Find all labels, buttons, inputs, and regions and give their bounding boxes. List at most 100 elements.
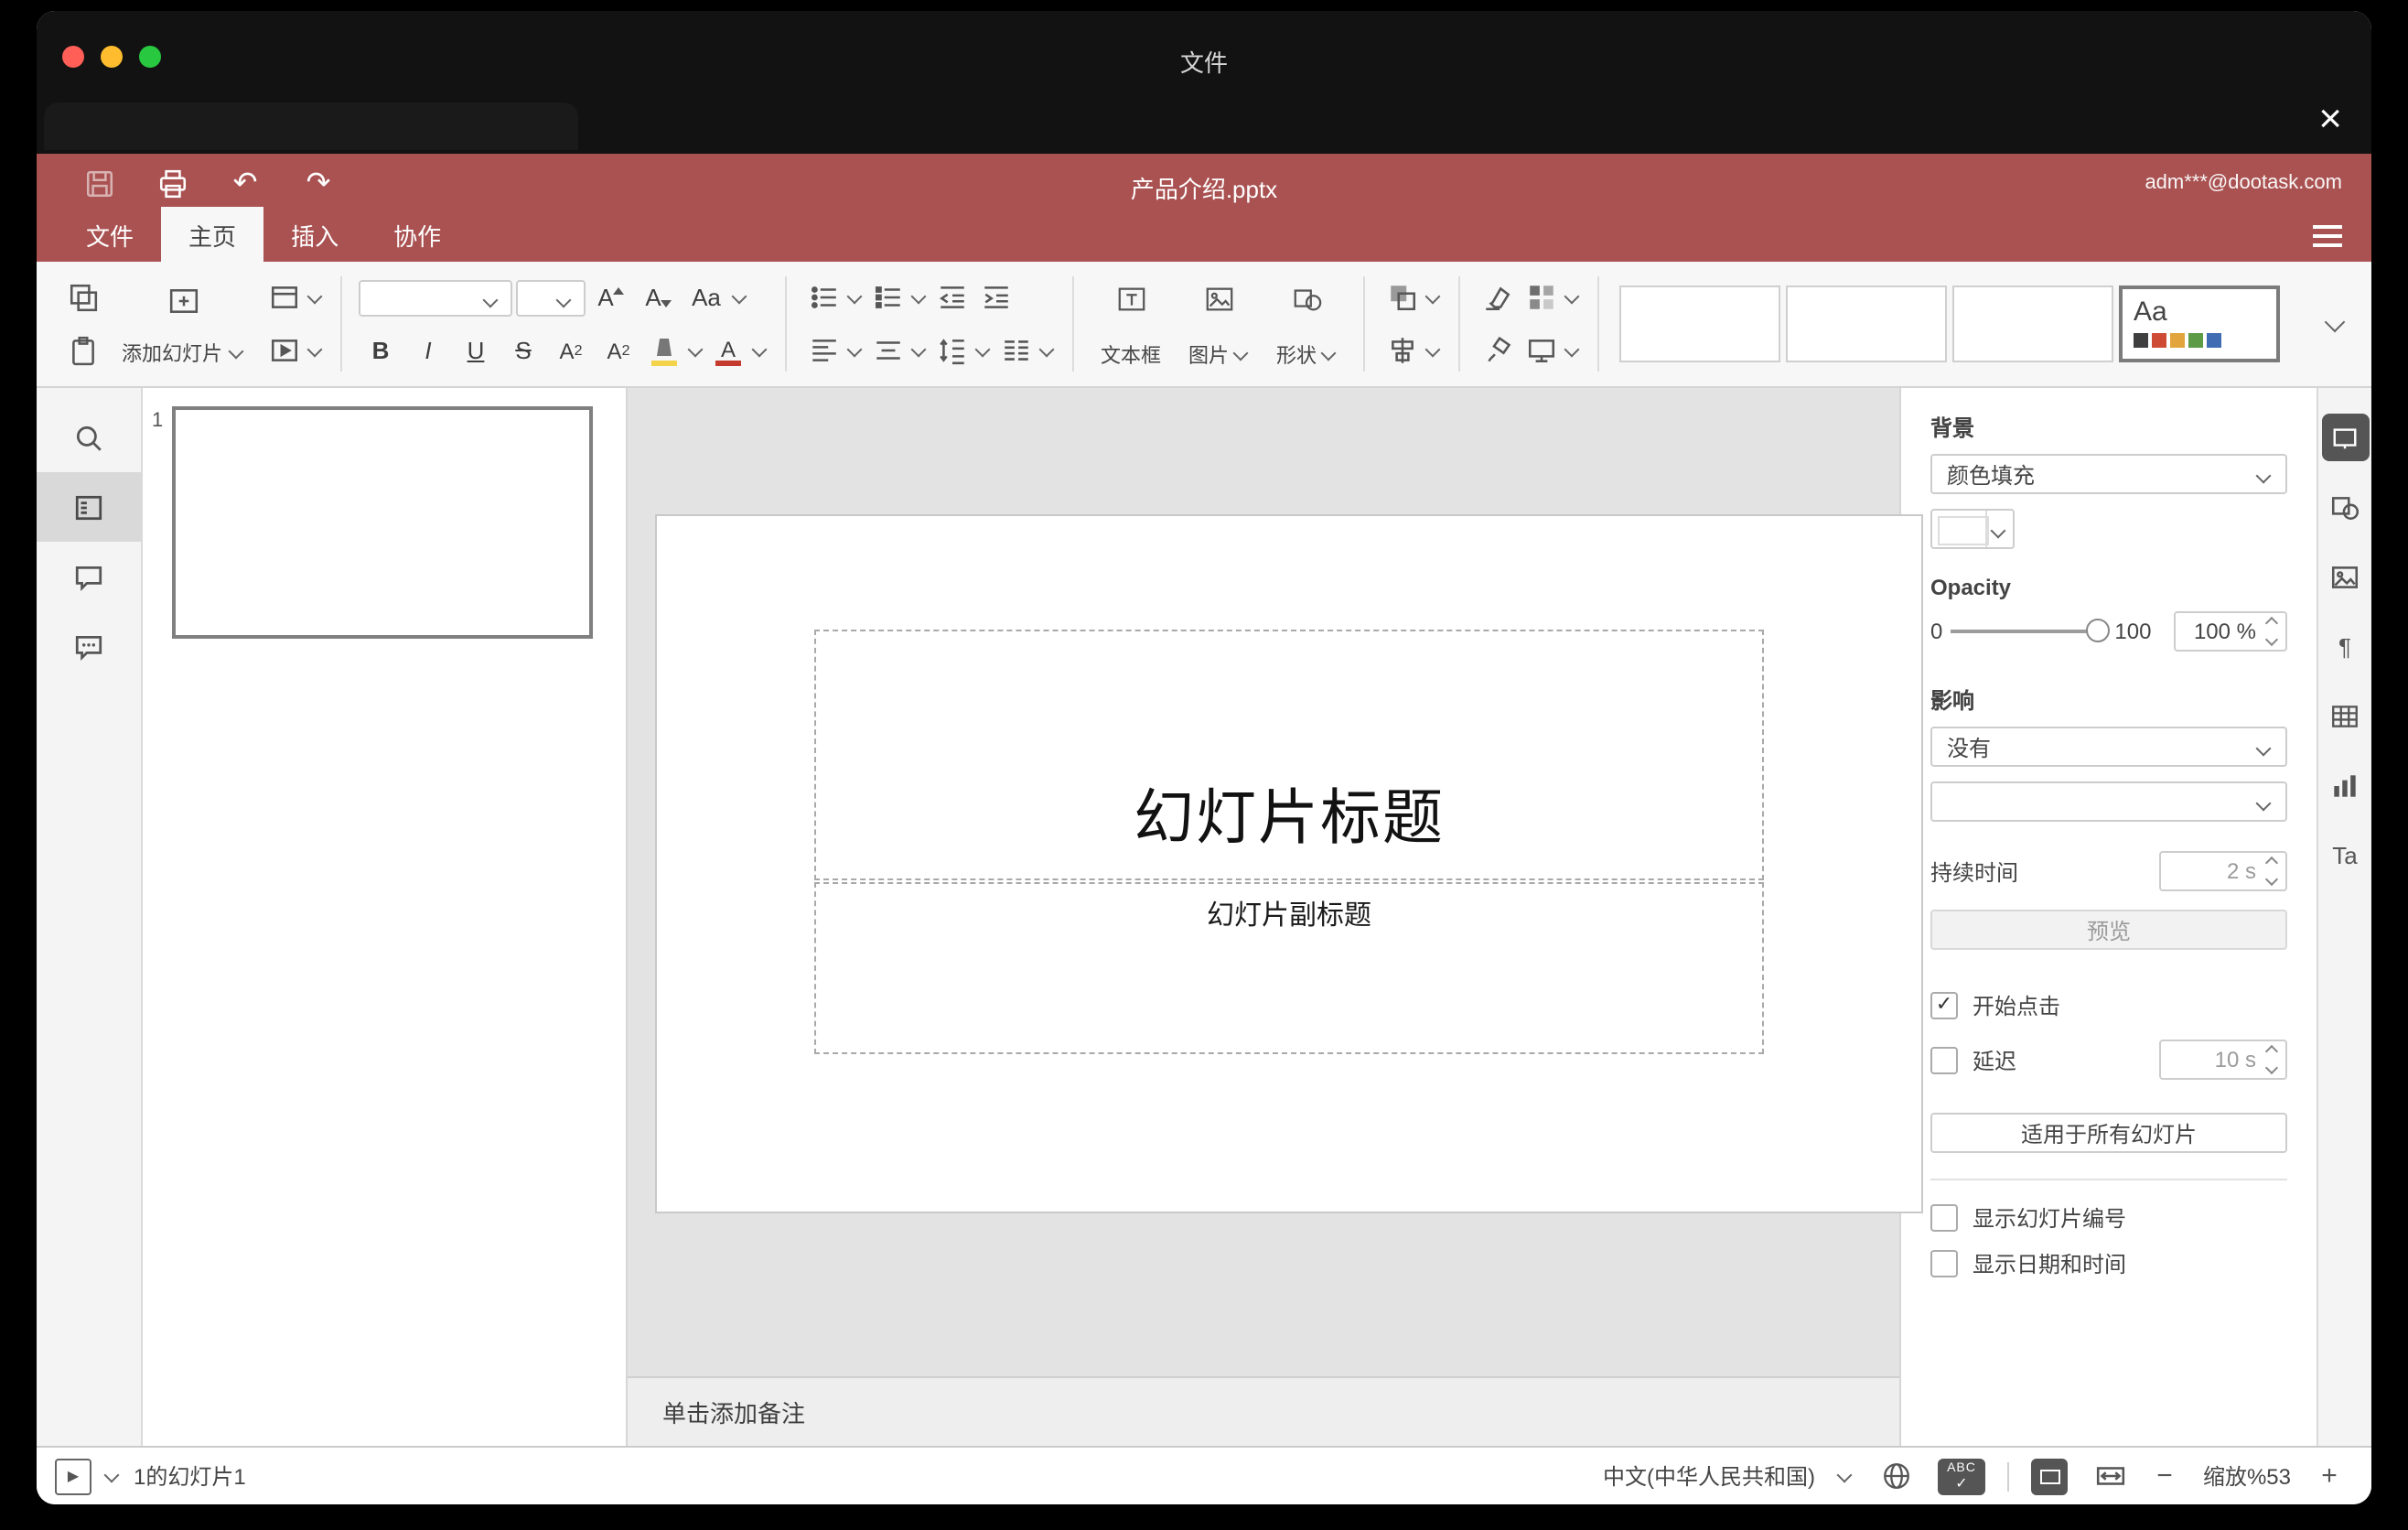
theme-option-1[interactable] [1619,286,1780,362]
tab-paragraph-settings[interactable]: ¶ [2318,611,2371,681]
chevron-down-icon[interactable] [974,340,991,357]
chevron-down-icon[interactable] [687,340,704,357]
change-case-icon[interactable]: Aa [684,277,728,318]
print-icon[interactable] [154,165,190,201]
underline-button[interactable]: U [454,330,498,371]
show-date-time-checkbox[interactable] [1930,1250,1958,1277]
insert-textbox-button[interactable]: 文本框 [1087,262,1175,386]
chevron-down-icon[interactable] [1424,287,1441,304]
tab-shape-settings[interactable] [2318,472,2371,542]
menu-icon[interactable] [2313,225,2342,247]
minimize-traffic-light[interactable] [101,46,123,68]
chevron-down-icon[interactable] [306,340,323,357]
sidebar-item-search[interactable] [37,403,141,472]
zoom-traffic-light[interactable] [139,46,161,68]
zoom-level-label[interactable]: 缩放%53 [2199,1460,2295,1492]
font-name-select[interactable] [359,279,512,316]
sidebar-item-chat[interactable] [37,611,141,681]
theme-option-3[interactable] [1952,286,2113,362]
sidebar-item-comments[interactable] [37,542,141,611]
close-traffic-light[interactable] [62,46,84,68]
highlight-color-icon[interactable] [644,330,684,371]
delay-checkbox[interactable] [1930,1046,1958,1073]
chevron-down-icon[interactable] [1564,287,1580,304]
increase-indent-icon[interactable] [975,277,1016,318]
slide-canvas[interactable]: 幻灯片标题 幻灯片副标题 [628,388,1923,1376]
add-slide-button[interactable]: 添加幻灯片 [106,262,260,386]
decrease-indent-icon[interactable] [931,277,972,318]
close-icon[interactable]: × [2318,98,2342,139]
start-slideshow-button[interactable]: ▶ [55,1458,91,1494]
title-placeholder[interactable]: 幻灯片标题 [814,630,1764,880]
redo-icon[interactable]: ↷ [300,165,337,201]
slide-layout-icon[interactable] [263,277,304,318]
chevron-icon[interactable] [1836,1466,1853,1482]
decrease-font-icon[interactable]: A [637,277,681,318]
subtitle-placeholder[interactable]: 幻灯片副标题 [814,882,1764,1054]
paste-icon[interactable] [62,330,102,371]
numbered-list-icon[interactable] [867,277,908,318]
fill-type-select[interactable]: 颜色填充 [1930,454,2287,494]
slide-thumbnail[interactable] [172,406,593,639]
chevron-down-icon[interactable] [846,340,863,357]
line-spacing-icon[interactable] [931,330,972,371]
preview-button[interactable]: 预览 [1930,910,2287,950]
user-account[interactable]: adm***@dootask.com [2145,172,2342,194]
vertical-align-icon[interactable] [867,330,908,371]
columns-icon[interactable] [995,330,1036,371]
chevron-down-icon[interactable] [103,1466,120,1482]
opacity-slider[interactable] [1950,619,2110,644]
start-slideshow-icon[interactable] [263,330,304,371]
save-icon[interactable] [81,165,117,201]
subscript-button[interactable]: A2 [597,330,640,371]
tab-slide-settings[interactable] [2318,403,2371,472]
tab-home[interactable]: 主页 [161,207,264,262]
italic-button[interactable]: I [406,330,450,371]
chevron-down-icon[interactable] [1564,340,1580,357]
effect-select[interactable]: 没有 [1930,727,2287,767]
chevron-down-icon[interactable] [751,340,768,357]
apply-to-all-button[interactable]: 适用于所有幻灯片 [1930,1113,2287,1153]
theme-gallery-expand-icon[interactable] [2315,262,2357,386]
bold-button[interactable]: B [359,330,403,371]
fill-color-swatch[interactable] [1930,509,2015,549]
slide-size-icon[interactable] [1521,330,1561,371]
tab-textart-settings[interactable]: Ta [2318,820,2371,889]
show-slide-number-checkbox[interactable] [1930,1204,1958,1232]
color-scheme-icon[interactable] [1521,277,1561,318]
theme-option-2[interactable] [1786,286,1947,362]
sidebar-item-slides[interactable] [37,472,141,542]
horizontal-align-icon[interactable] [803,330,844,371]
tab-collaboration[interactable]: 协作 [366,207,468,262]
notes-area[interactable]: 单击添加备注 [628,1376,1899,1446]
language-label[interactable]: 中文(中华人民共和国) [1603,1460,1815,1492]
chevron-down-icon[interactable] [846,287,863,304]
spellcheck-icon[interactable]: ABC ✓ [1938,1458,1985,1494]
font-size-select[interactable] [516,279,586,316]
tab-file[interactable]: 文件 [59,207,161,262]
chevron-down-icon[interactable] [910,287,927,304]
chevron-down-icon[interactable] [910,340,927,357]
clear-style-icon[interactable] [1477,277,1517,318]
fit-to-slide-icon[interactable] [2031,1458,2068,1494]
insert-shape-button[interactable]: 形状 [1263,262,1350,386]
set-language-globe-icon[interactable] [1876,1456,1916,1496]
chevron-down-icon[interactable] [1424,340,1441,357]
chevron-down-icon[interactable] [1038,340,1055,357]
strikethrough-button[interactable]: S [501,330,545,371]
chevron-down-icon[interactable] [306,287,323,304]
insert-image-button[interactable]: 图片 [1175,262,1263,386]
tab-table-settings[interactable] [2318,681,2371,750]
chevron-down-icon[interactable] [731,287,747,304]
tab-insert[interactable]: 插入 [263,207,366,262]
opacity-value-spinner[interactable]: 100 % [2174,611,2287,652]
undo-icon[interactable]: ↶ [227,165,263,201]
duration-spinner[interactable]: 2 s [2159,851,2287,891]
start-on-click-checkbox[interactable]: ✓ [1930,992,1958,1019]
delay-spinner[interactable]: 10 s [2159,1040,2287,1080]
tab-image-settings[interactable] [2318,542,2371,611]
slide[interactable]: 幻灯片标题 幻灯片副标题 [655,514,1923,1213]
superscript-button[interactable]: A2 [549,330,593,371]
arrange-shape-icon[interactable] [1381,277,1422,318]
increase-font-icon[interactable]: A [589,277,633,318]
